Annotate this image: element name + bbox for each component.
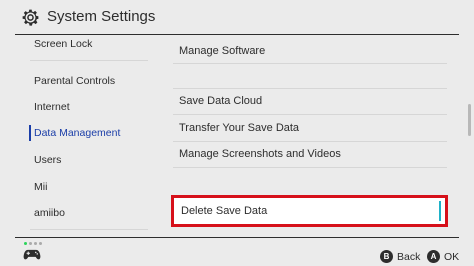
sidebar-item-amiibo[interactable]: amiibo: [34, 207, 65, 219]
menu-item-transfer-save-data[interactable]: Transfer Your Save Data: [175, 115, 445, 141]
menu-item-manage-software[interactable]: Manage Software: [175, 38, 445, 64]
active-indicator: [29, 125, 31, 141]
menu-item-save-data-cloud[interactable]: Save Data Cloud: [175, 88, 445, 114]
a-button-icon: A: [427, 250, 440, 263]
main-panel: Manage Software Save Data Cloud Transfer…: [155, 35, 474, 237]
scrollbar[interactable]: [468, 38, 471, 234]
footer: B Back A OK: [0, 238, 474, 266]
b-button-icon: B: [380, 250, 393, 263]
system-settings-window: System Settings Screen Lock Parental Con…: [0, 0, 474, 266]
menu-item-label: Delete Save Data: [181, 205, 268, 217]
sidebar: Screen Lock Parental Controls Internet D…: [0, 35, 155, 237]
sidebar-divider: [30, 60, 148, 61]
sidebar-item-internet[interactable]: Internet: [34, 101, 70, 113]
ok-label: OK: [444, 250, 460, 263]
row-divider: [173, 63, 447, 64]
sidebar-item-mii[interactable]: Mii: [34, 181, 47, 193]
sidebar-divider: [30, 229, 148, 230]
sidebar-item-data-management[interactable]: Data Management: [34, 127, 120, 139]
sidebar-item-users[interactable]: Users: [34, 154, 61, 166]
controller-icon: [23, 249, 41, 260]
row-divider: [173, 167, 447, 168]
ok-button[interactable]: A OK: [427, 250, 459, 263]
back-button[interactable]: B Back: [380, 250, 420, 263]
gear-icon: [22, 9, 39, 26]
scrollbar-thumb[interactable]: [468, 104, 471, 136]
menu-item-manage-screenshots[interactable]: Manage Screenshots and Videos: [175, 141, 445, 167]
header: System Settings: [0, 0, 474, 34]
page-title: System Settings: [47, 8, 156, 25]
sidebar-item-screen-lock[interactable]: Screen Lock: [34, 38, 92, 50]
sidebar-item-parental-controls[interactable]: Parental Controls: [34, 75, 115, 87]
back-label: Back: [397, 250, 421, 263]
menu-item-delete-save-data[interactable]: Delete Save Data: [171, 195, 448, 227]
